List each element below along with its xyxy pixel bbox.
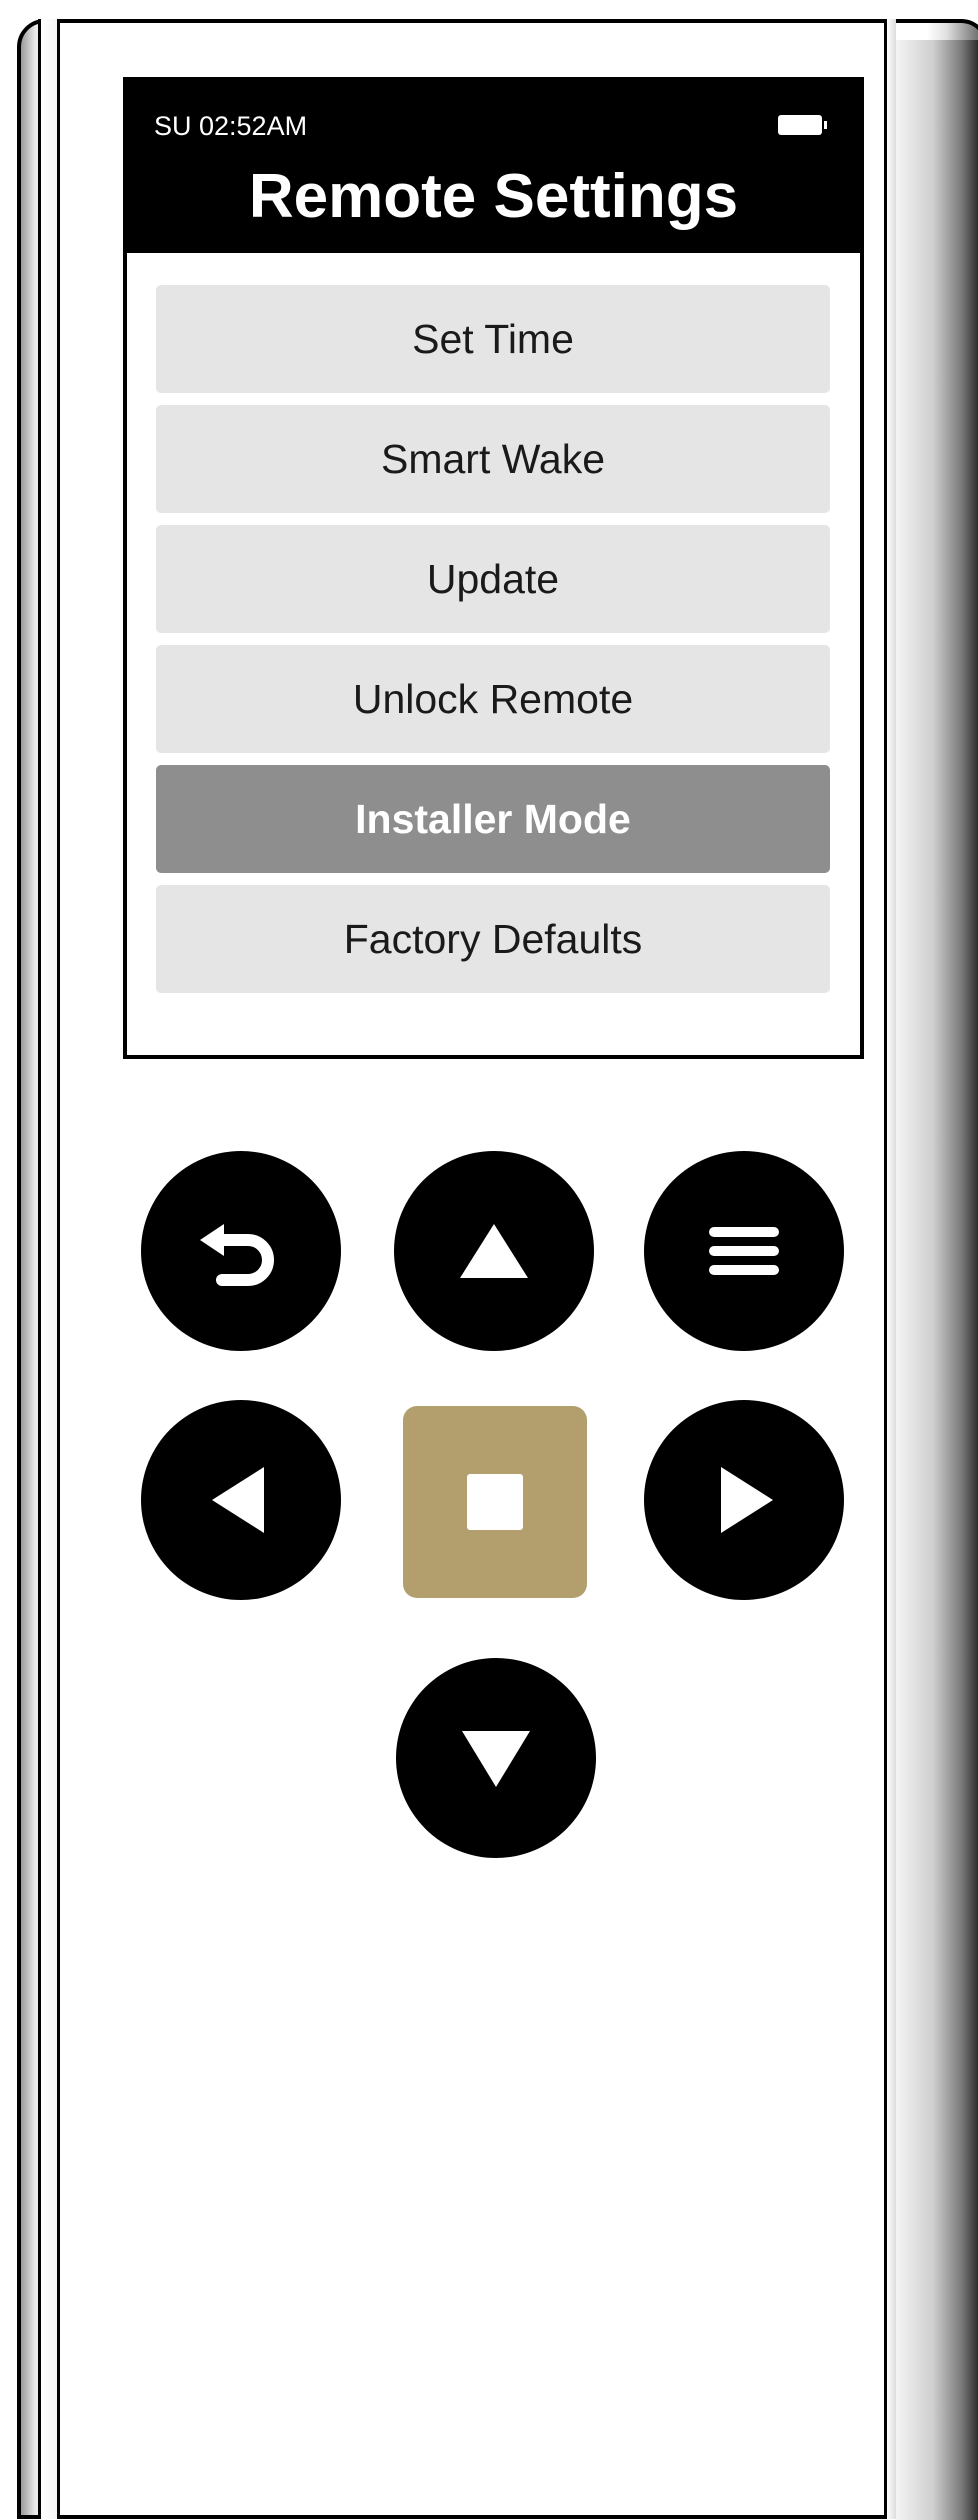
remote-screen: SU 02:52AM Remote Settings Set Time Smar…: [123, 77, 864, 1059]
triangle-left-icon: [212, 1467, 264, 1533]
menu-item-set-time[interactable]: Set Time: [156, 285, 830, 393]
triangle-down-icon: [462, 1731, 530, 1787]
screen-title: Remote Settings: [248, 162, 739, 231]
settings-menu: Set Time Smart Wake Update Unlock Remote…: [156, 285, 830, 1005]
ok-button[interactable]: [403, 1406, 587, 1598]
menu-item-unlock-remote[interactable]: Unlock Remote: [156, 645, 830, 753]
up-button[interactable]: [394, 1151, 594, 1351]
triangle-up-icon: [460, 1224, 528, 1278]
right-button[interactable]: [644, 1400, 844, 1600]
down-button[interactable]: [396, 1658, 596, 1858]
menu-item-installer-mode[interactable]: Installer Mode: [156, 765, 830, 873]
back-arrow-icon: [200, 1224, 274, 1286]
menu-item-smart-wake[interactable]: Smart Wake: [156, 405, 830, 513]
menu-item-factory-defaults[interactable]: Factory Defaults: [156, 885, 830, 993]
remote-left-rail: [38, 19, 60, 2519]
left-button[interactable]: [141, 1400, 341, 1600]
menu-button[interactable]: [644, 1151, 844, 1351]
stop-square-icon: [467, 1474, 523, 1530]
menu-item-update[interactable]: Update: [156, 525, 830, 633]
triangle-right-icon: [721, 1467, 773, 1533]
remote-right-shade: [896, 40, 978, 2520]
back-button[interactable]: [141, 1151, 341, 1351]
battery-icon: [778, 115, 827, 135]
hamburger-menu-icon: [709, 1227, 779, 1275]
screen-header: SU 02:52AM Remote Settings: [127, 81, 860, 253]
status-time: SU 02:52AM: [154, 111, 308, 141]
remote-right-rail: [884, 19, 896, 2519]
